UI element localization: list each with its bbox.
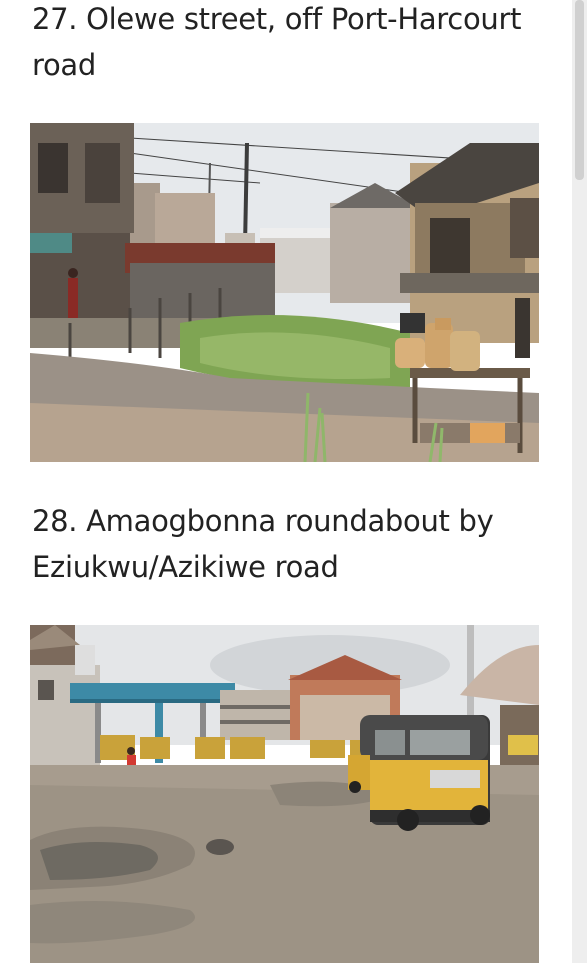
item-28-heading: 28. Amaogbonna roundabout by Eziukwu/Azi… xyxy=(32,504,494,584)
scrollbar-thumb[interactable] xyxy=(575,0,584,180)
olewe-street-photo xyxy=(30,123,539,462)
amaogbonna-roundabout-photo xyxy=(30,625,539,963)
article-body: 27. Olewe street, off Port-Harcourt road xyxy=(0,0,572,963)
keke-tricycle xyxy=(360,715,490,831)
item-27-heading: 27. Olewe street, off Port-Harcourt road xyxy=(32,2,522,82)
